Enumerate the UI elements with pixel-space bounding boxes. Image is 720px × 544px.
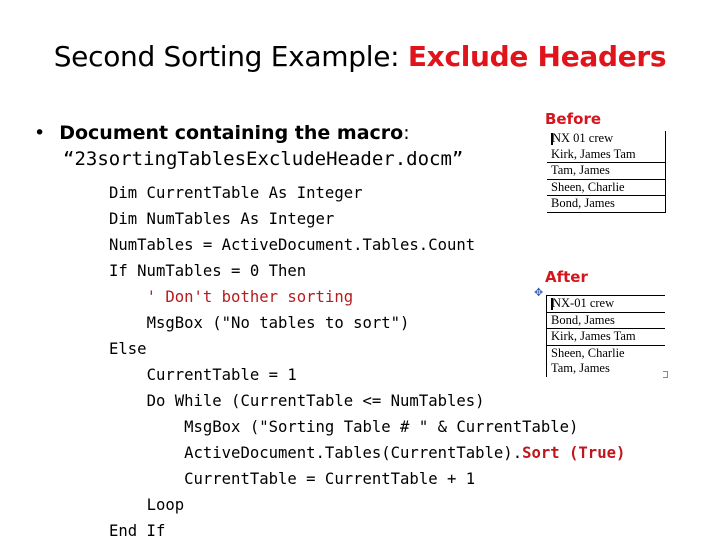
table-row: Bond, James [546, 311, 665, 329]
code-text: MsgBox ("Sorting Table # " & CurrentTabl… [184, 418, 579, 436]
table-resize-handle-icon[interactable] [663, 371, 668, 378]
code-line: CurrentTable = CurrentTable + 1 [109, 466, 625, 492]
table-row: Tam, James [547, 162, 666, 179]
table-cell: Bond, James [546, 311, 665, 329]
table-row: Sheen, Charlie [546, 344, 665, 361]
table-cell: Sheen, Charlie [546, 344, 665, 361]
code-line: End If [109, 518, 625, 544]
macro-filename: “23sortingTablesExcludeHeader.docm” [63, 148, 464, 170]
bullet-bold-text: Document containing the macro [59, 122, 404, 144]
code-text: If NumTables = 0 Then [109, 262, 307, 280]
code-text: Else [109, 340, 147, 358]
after-label: After [545, 268, 588, 286]
code-line: ActiveDocument.Tables(CurrentTable).Sort… [109, 440, 625, 466]
before-label: Before [545, 110, 602, 128]
table-cell: Bond, James [547, 195, 666, 213]
code-comment: ' Don't bother sorting [146, 288, 354, 306]
code-text: NumTables = ActiveDocument.Tables.Count [109, 236, 476, 254]
code-text: End If [109, 522, 166, 540]
table-row: Sheen, Charlie [547, 178, 666, 196]
bullet-icon: • [34, 122, 46, 144]
table-cell: NX 01 crew [552, 131, 614, 146]
bullet-colon: : [403, 122, 410, 144]
table-cell: NX-01 crew [552, 296, 615, 311]
code-text: CurrentTable = 1 [146, 366, 297, 384]
table-cell: Tam, James [547, 162, 666, 179]
table-cell: Sheen, Charlie [547, 178, 666, 196]
title-plain: Second Sorting Example: [53, 40, 408, 73]
bullet-document: • Document containing the macro: [34, 122, 410, 144]
slide-title: Second Sorting Example: Exclude Headers [0, 40, 720, 73]
table-row: Tam, James [546, 361, 665, 377]
code-line: Do While (CurrentTable <= NumTables) [109, 388, 625, 414]
title-accent: Exclude Headers [407, 40, 667, 73]
before-table: NX 01 crew Kirk, James Tam Tam, James Sh… [547, 131, 666, 213]
code-line: Loop [109, 492, 625, 518]
code-text: ActiveDocument.Tables(CurrentTable). [184, 444, 523, 462]
code-text: Dim CurrentTable As Integer [109, 184, 363, 202]
after-table: NX-01 crew Bond, James Kirk, James Tam S… [546, 295, 665, 377]
table-cell: Kirk, James Tam [546, 328, 665, 345]
table-row: Kirk, James Tam [546, 328, 665, 345]
table-row: NX 01 crew [547, 131, 666, 147]
code-line: NumTables = ActiveDocument.Tables.Count [109, 232, 625, 258]
table-move-handle-icon[interactable]: ✥ [534, 286, 543, 299]
table-row: NX-01 crew [546, 295, 665, 312]
code-text: CurrentTable = CurrentTable + 1 [184, 470, 476, 488]
code-text: Dim NumTables As Integer [109, 210, 335, 228]
code-text: Do While (CurrentTable <= NumTables) [146, 392, 485, 410]
table-row: Bond, James [547, 195, 666, 213]
code-line: MsgBox ("Sorting Table # " & CurrentTabl… [109, 414, 625, 440]
code-text: MsgBox ("No tables to sort") [146, 314, 410, 332]
code-highlight: Sort (True) [522, 444, 626, 462]
table-cell: Kirk, James Tam [547, 146, 666, 163]
code-text: Loop [146, 496, 185, 514]
table-row: Kirk, James Tam [547, 146, 666, 163]
table-cell: Tam, James [546, 361, 665, 377]
